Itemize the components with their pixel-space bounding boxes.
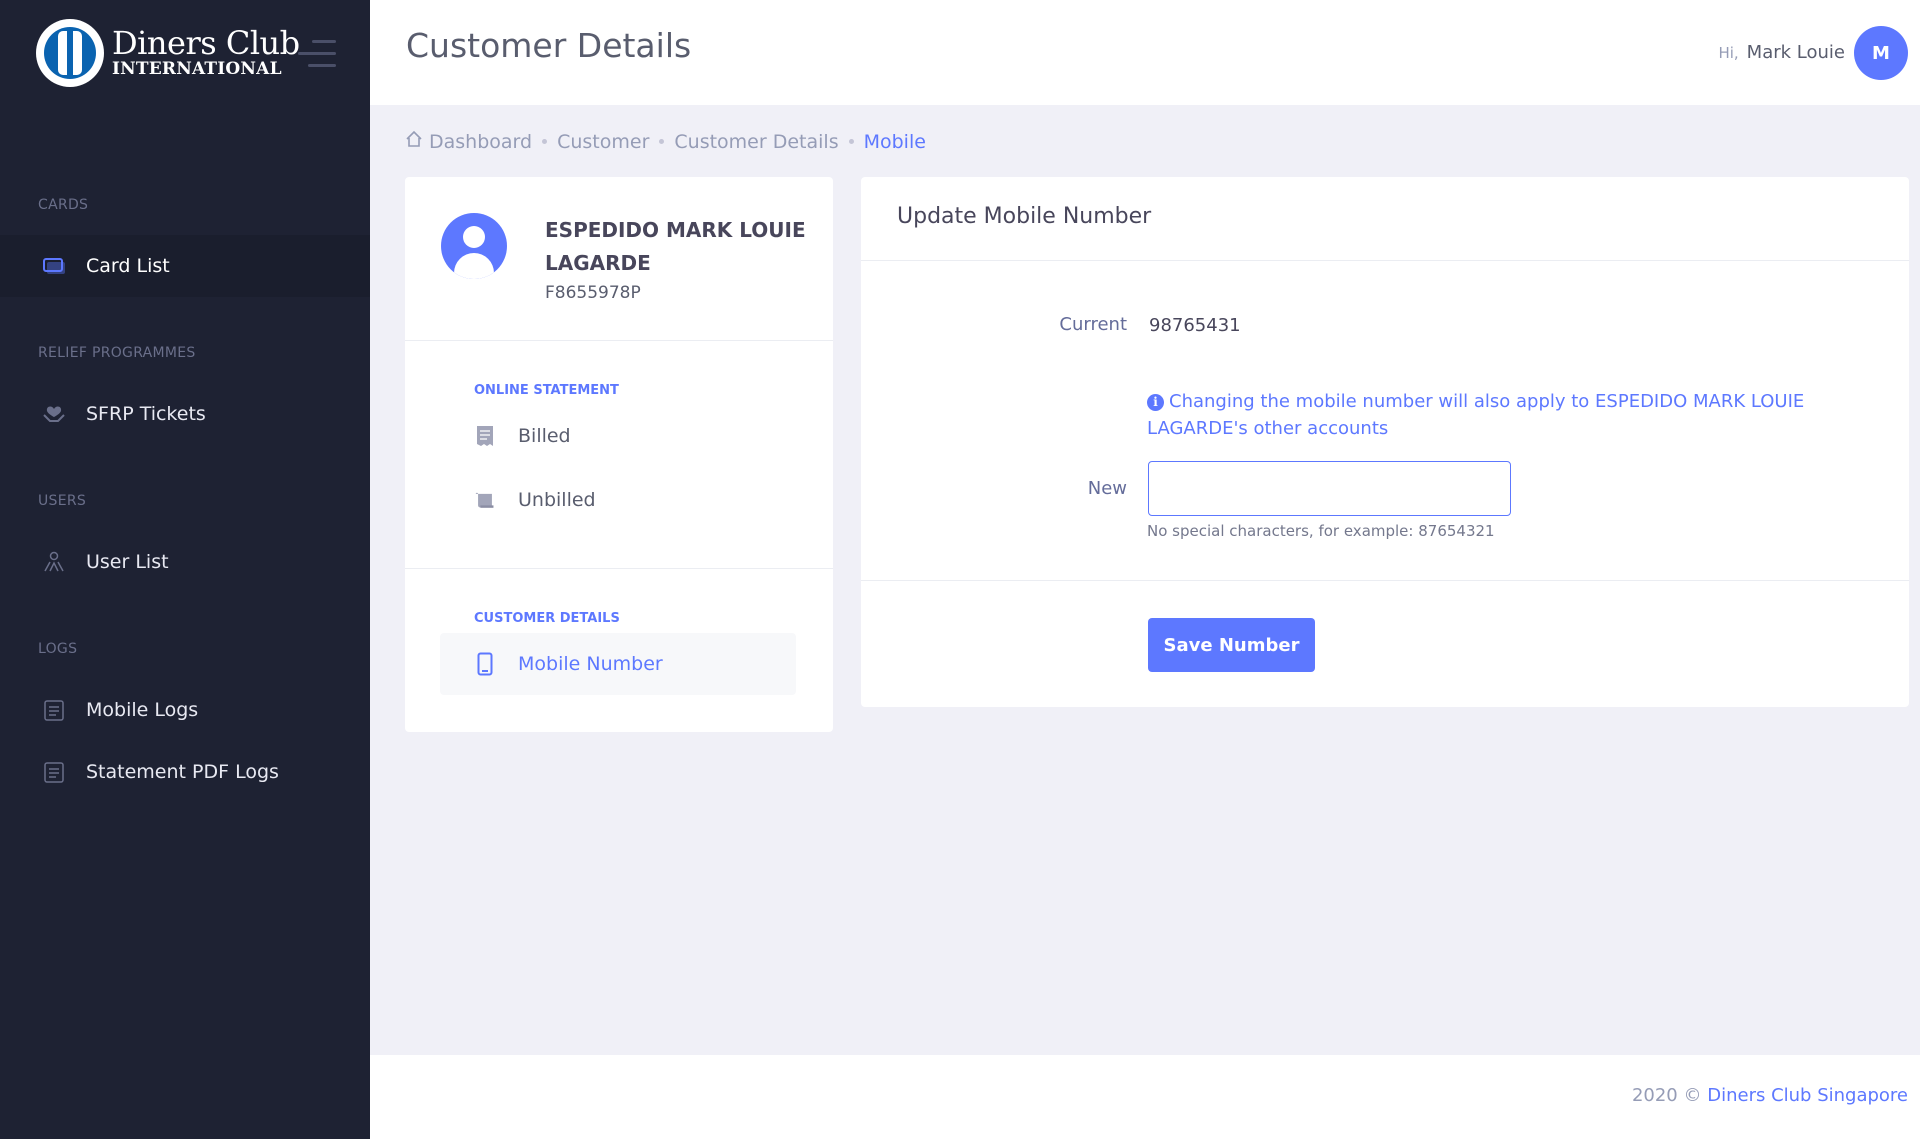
info-text: Changing the mobile number will also app… [1147,391,1805,439]
mobile-icon [475,652,495,676]
info-icon: i [1147,394,1164,411]
home-icon[interactable] [405,130,423,153]
customer-name: ESPEDIDO MARK LOUIE LAGARDE [545,218,806,275]
breadcrumb-separator [659,139,665,144]
nav-section-logs: LOGS [38,641,78,657]
brand: Diners Club INTERNATIONAL [0,0,370,105]
users-icon [42,550,66,574]
nav-section-users: USERS [38,493,87,509]
sidebar-item-user-list[interactable]: User List [0,531,370,593]
footer-copyright: 2020 © [1631,1085,1702,1106]
user-name: Mark Louie [1746,42,1845,63]
breadcrumb-dashboard[interactable]: Dashboard [429,131,532,153]
current-mobile-value: 98765431 [1149,315,1241,336]
menu-item-billed[interactable]: Billed [440,405,796,467]
brand-name-line2: INTERNATIONAL [112,59,282,79]
menu-item-mobile-number[interactable]: Mobile Number [440,633,796,695]
breadcrumb-separator [542,139,548,144]
new-mobile-input[interactable] [1148,461,1511,516]
sidebar-item-label: Statement PDF Logs [86,761,279,783]
menu-item-label: Mobile Number [518,653,663,675]
footer-text: 2020 © Diners Club Singapore [1632,1085,1908,1106]
current-label: Current [1059,314,1127,335]
new-label: New [1087,478,1127,499]
clipboard-icon [42,698,66,722]
info-message: i Changing the mobile number will also ap… [1147,388,1827,442]
brand-name-line1: Diners Club [112,24,300,62]
breadcrumb-customer-details[interactable]: Customer Details [674,131,838,153]
menu-item-label: Unbilled [518,489,596,511]
user-greeting[interactable]: Hi, Mark Louie [1718,42,1845,63]
sidebar-item-label: Mobile Logs [86,699,199,721]
update-mobile-card: Update Mobile Number Current 98765431 iC… [861,177,1909,707]
form-title: Update Mobile Number [897,204,1152,229]
input-hint: No special characters, for example: 8765… [1147,522,1495,540]
header: Customer Details Hi, Mark Louie M [370,0,1920,105]
section-online-statement: ONLINE STATEMENT [474,383,619,398]
receipt-icon [475,425,495,447]
diners-club-logo-icon [36,18,104,87]
customer-id: F8655978P [545,283,641,303]
footer: 2020 © Diners Club Singapore [370,1055,1920,1139]
scroll-icon [475,489,495,511]
menu-item-unbilled[interactable]: Unbilled [440,469,796,531]
sidebar-item-label: SFRP Tickets [86,403,206,425]
breadcrumb: Dashboard Customer Customer Details Mobi… [405,130,926,153]
save-number-button[interactable]: Save Number [1148,618,1315,672]
section-customer-details: CUSTOMER DETAILS [474,611,620,626]
card-icon [42,254,66,278]
brand-name: Diners Club INTERNATIONAL [112,27,300,78]
avatar[interactable]: M [1854,26,1908,80]
page-title: Customer Details [406,26,692,65]
breadcrumb-current: Mobile [863,130,926,153]
footer-company-link[interactable]: Diners Club Singapore [1707,1085,1908,1106]
breadcrumb-customer[interactable]: Customer [557,131,649,153]
greeting-prefix: Hi, [1718,44,1739,62]
sidebar-item-card-list[interactable]: Card List [0,235,370,297]
nav-section-relief-programmes: RELIEF PROGRAMMES [38,345,196,361]
customer-profile-card: ESPEDIDO MARK LOUIE LAGARDE F8655978P ON… [405,177,833,732]
sidebar-item-sfrp-tickets[interactable]: SFRP Tickets [0,383,370,445]
breadcrumb-separator [848,139,854,144]
hands-heart-icon [42,402,66,426]
sidebar-item-label: Card List [86,255,170,277]
nav-section-cards: CARDS [38,197,89,213]
divider [861,580,1909,581]
sidebar-item-label: User List [86,551,169,573]
profile-header: ESPEDIDO MARK LOUIE LAGARDE F8655978P [405,177,833,341]
divider [405,568,833,569]
user-avatar-icon [441,213,507,279]
form-header: Update Mobile Number [861,177,1909,261]
clipboard-icon [42,760,66,784]
menu-item-label: Billed [518,425,571,447]
sidebar-item-mobile-logs[interactable]: Mobile Logs [0,679,370,741]
sidebar-item-statement-pdf-logs[interactable]: Statement PDF Logs [0,741,370,803]
sidebar: Diners Club INTERNATIONAL CARDS Card Lis… [0,0,370,1139]
hamburger-menu-icon[interactable] [298,40,336,68]
